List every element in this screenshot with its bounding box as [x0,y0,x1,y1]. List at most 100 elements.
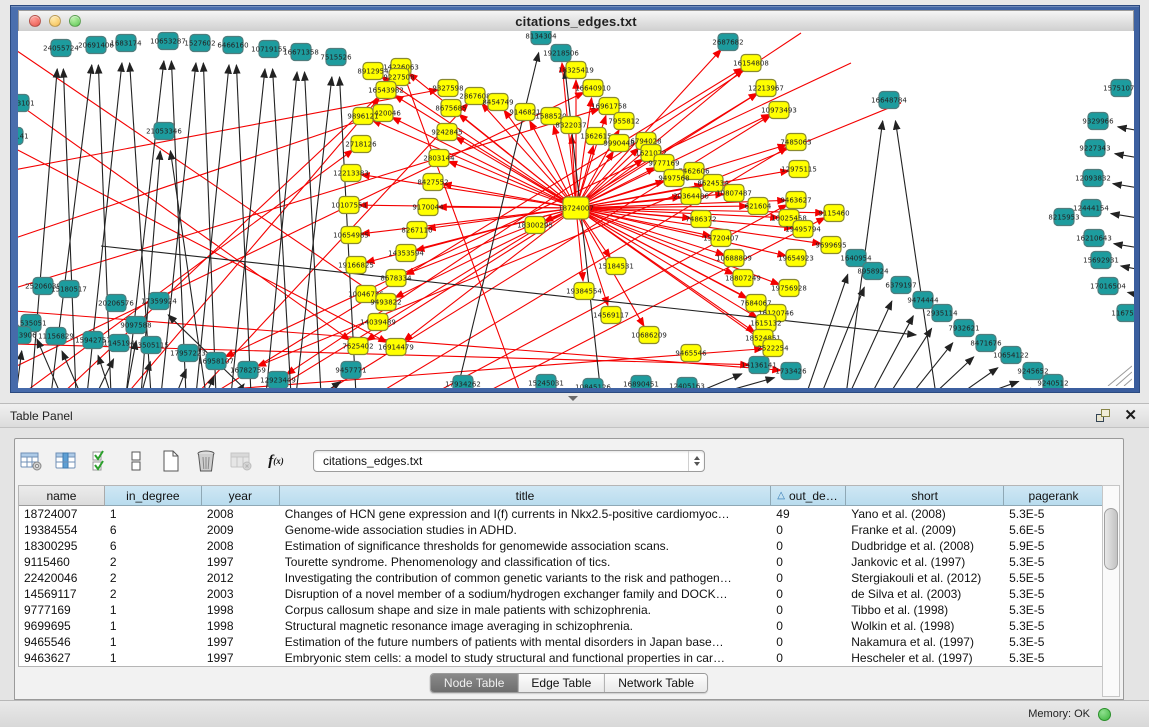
table-cell[interactable]: Dudbridge et al. (2008) [846,539,1004,553]
tab-edge-table[interactable]: Edge Table [518,674,605,692]
table-cell[interactable]: 49 [771,507,846,521]
column-header-year[interactable]: year [202,486,280,506]
network-node[interactable]: 17016504 [1090,278,1126,295]
table-source-select[interactable]: citations_edges.txt [313,450,705,472]
network-view-window[interactable]: citations_edges.txt 24055724206914061683… [10,5,1140,393]
network-node[interactable]: 6466160 [217,37,248,54]
table-cell[interactable]: 0 [771,539,846,553]
table-cell[interactable]: 9699695 [19,619,105,633]
table-cell[interactable]: 0 [771,571,846,585]
table-cell[interactable]: 0 [771,635,846,649]
table-cell[interactable]: Genome-wide association studies in ADHD. [280,523,772,537]
table-cell[interactable]: 9465546 [19,635,105,649]
network-node[interactable]: 20206576 [98,295,134,312]
network-node[interactable]: 10654122 [993,347,1029,364]
table-row[interactable]: 1938455462009Genome-wide association stu… [19,522,1104,538]
network-node[interactable]: 19166825 [338,257,374,274]
network-node[interactable]: 8134304 [525,31,557,45]
delete-icon[interactable] [194,449,218,473]
table-cell[interactable]: 1 [105,619,202,633]
split-pane-handle[interactable] [566,395,580,402]
select-mode-icon[interactable] [89,449,113,473]
network-node[interactable]: 15184531 [598,258,634,275]
network-node[interactable]: 9465546 [675,345,707,362]
table-cell[interactable]: Hescheler et al. (1997) [846,651,1004,665]
table-settings-icon[interactable] [19,449,43,473]
table-cell[interactable]: 5.3E-5 [1004,635,1104,649]
table-cell[interactable]: 9463627 [19,651,105,665]
table-cell[interactable]: 18300295 [19,539,105,553]
network-node[interactable]: 9170044 [412,199,444,216]
table-row[interactable]: 946362711997Embryonic stem cells: a mode… [19,650,1104,666]
network-node[interactable]: 10654985 [333,227,369,244]
network-node[interactable]: 10686209 [631,327,667,344]
table-cell[interactable]: Disruption of a novel member of a sodium… [280,587,772,601]
table-cell[interactable]: 5.3E-5 [1004,651,1104,665]
network-node[interactable]: 9699695 [815,237,846,254]
table-cell[interactable]: 2 [105,571,202,585]
table-cell[interactable]: 0 [771,603,846,617]
table-row[interactable]: 977716911998Corpus callosum shape and si… [19,602,1104,618]
table-cell[interactable]: 0 [771,523,846,537]
table-cell[interactable]: 2012 [202,571,280,585]
network-node[interactable]: 11156829 [38,328,74,345]
network-node[interactable]: 10719155 [251,41,287,58]
table-cell[interactable]: 14569117 [19,587,105,601]
network-node[interactable]: 17934262 [445,376,481,389]
network-node[interactable]: 8675685 [435,100,466,117]
network-canvas[interactable]: 2405572420691406168317410653287152760264… [18,31,1134,388]
network-node[interactable]: 14039489 [360,314,396,331]
network-node[interactable]: 24055724 [43,40,79,57]
table-cell[interactable]: 1 [105,651,202,665]
network-node[interactable]: 12975115 [781,161,817,178]
table-cell[interactable]: 0 [771,587,846,601]
table-cell[interactable]: Estimation of significance thresholds fo… [280,539,772,553]
network-node[interactable]: 8471676 [970,335,1002,352]
table-cell[interactable]: 5.3E-5 [1004,507,1104,521]
table-cell[interactable]: 9115460 [19,555,105,569]
network-node[interactable]: 12405163 [669,378,705,389]
table-cell[interactable]: Wolkin et al. (1998) [846,619,1004,633]
table-cell[interactable]: 18724007 [19,507,105,521]
table-row[interactable]: 1872400712008Changes of HCN gene express… [19,506,1104,522]
table-row[interactable]: 1830029562008Estimation of significance … [19,538,1104,554]
table-cell[interactable]: 5.5E-5 [1004,571,1104,585]
table-cell[interactable]: 1 [105,603,202,617]
network-node[interactable]: 14136141 [741,357,777,374]
window-titlebar[interactable]: citations_edges.txt [18,10,1134,32]
network-node[interactable]: 15245031 [528,375,564,389]
network-node[interactable]: 20691406 [78,37,114,54]
network-node[interactable]: 2718126 [345,136,377,153]
table-row[interactable]: 969969511998Structural magnetic resonanc… [19,618,1104,634]
network-node[interactable]: 9457771 [335,362,366,379]
table-cell[interactable]: 2008 [202,539,280,553]
network-node[interactable]: 10653287 [150,33,186,50]
table-cell[interactable]: Investigating the contribution of common… [280,571,772,585]
network-node[interactable]: 19218506 [543,45,579,62]
table-cell[interactable]: 19384554 [19,523,105,537]
network-node[interactable]: 12093832 [1075,170,1111,187]
scrollbar-thumb[interactable] [1104,508,1118,570]
column-header-pagerank[interactable]: pagerank [1004,486,1104,506]
table-cell[interactable]: Franke et al. (2009) [846,523,1004,537]
table-cell[interactable]: Yano et al. (2008) [846,507,1004,521]
network-node[interactable]: 19654923 [778,250,814,267]
table-row[interactable]: 946554611997Estimation of the future num… [19,634,1104,650]
table-cell[interactable]: 5.6E-5 [1004,523,1104,537]
table-cell[interactable]: 2009 [202,523,280,537]
network-node[interactable]: 9227343 [1079,140,1110,157]
network-node[interactable]: 2653101 [18,95,35,112]
table-cell[interactable]: 2008 [202,507,280,521]
table-cell[interactable]: 2 [105,587,202,601]
network-node[interactable]: 2803144 [423,150,455,167]
table-cell[interactable]: Nakamura et al. (1997) [846,635,1004,649]
table-cell[interactable]: 1998 [202,603,280,617]
network-node[interactable]: 9329966 [1082,113,1114,130]
table-cell[interactable]: 5.3E-5 [1004,587,1104,601]
table-cell[interactable]: 1997 [202,635,280,649]
float-panel-icon[interactable] [1096,409,1110,422]
table-cell[interactable]: 5.9E-5 [1004,539,1104,553]
table-cell[interactable]: 0 [771,619,846,633]
table-cell[interactable]: Tourette syndrome. Phenomenology and cla… [280,555,772,569]
new-document-icon[interactable] [159,449,183,473]
